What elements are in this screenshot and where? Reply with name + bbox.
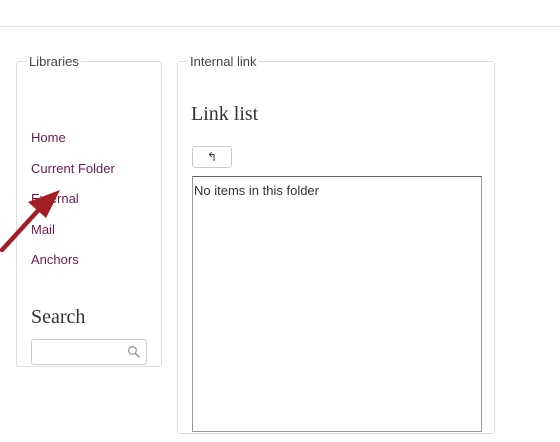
search-box[interactable] [31, 339, 147, 365]
library-item-current-folder[interactable]: Current Folder [31, 161, 115, 193]
search-icon[interactable] [127, 345, 141, 359]
library-item-home[interactable]: Home [31, 131, 115, 162]
search-heading: Search [31, 306, 86, 328]
file-list[interactable]: No items in this folder [192, 176, 482, 432]
library-item-mail[interactable]: Mail [31, 222, 115, 254]
libraries-nav: Home Current Folder External Mail Anchor… [31, 131, 115, 284]
internal-link-panel: Internal link Link list ↰ No items in th… [177, 54, 495, 434]
folder-up-button[interactable]: ↰ [192, 146, 232, 168]
folder-up-icon: ↰ [206, 150, 218, 164]
search-input[interactable] [34, 342, 132, 362]
library-item-external[interactable]: External [31, 192, 115, 223]
libraries-panel: Libraries Home Current Folder External M… [16, 54, 162, 367]
link-list-title: Link list [191, 103, 259, 125]
empty-folder-message: No items in this folder [194, 183, 319, 198]
top-divider [0, 26, 560, 27]
libraries-legend: Libraries [29, 54, 79, 69]
library-item-anchors[interactable]: Anchors [31, 253, 115, 284]
internal-link-legend: Internal link [190, 54, 257, 69]
